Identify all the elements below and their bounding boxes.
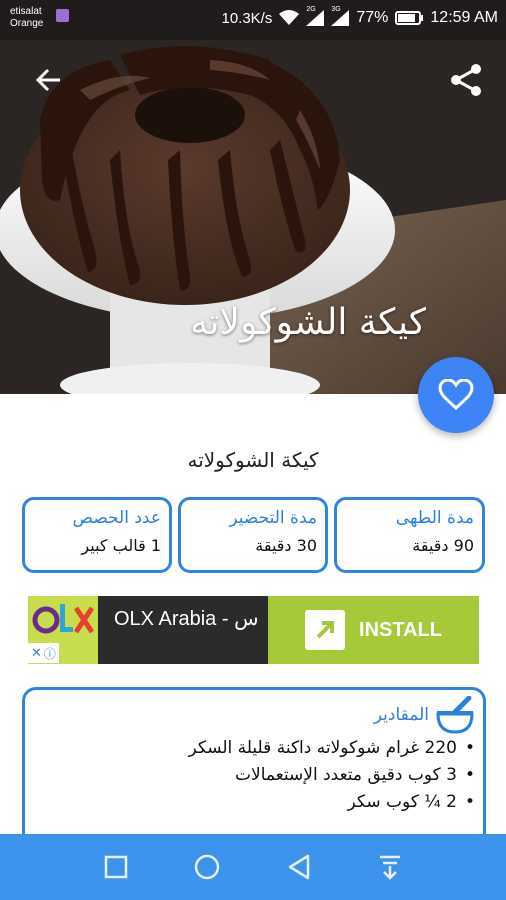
list-item: • 220 غرام شوكولاته داكنة قليلة السكر — [188, 738, 475, 758]
olx-logo-mark — [32, 604, 95, 634]
ingredients-label: المقادير — [373, 705, 429, 725]
circle-home-icon — [195, 854, 220, 880]
open-external-icon — [305, 610, 346, 650]
install-label: INSTALL — [359, 618, 442, 641]
recipe-hero-image: etisalat Orange 10.3K/s 2G 3G 77% 12:59 … — [0, 0, 506, 394]
info-card-value: 30 دقيقة — [255, 536, 317, 555]
wifi-icon — [279, 10, 300, 26]
list-item: • 3 كوب دقيق متعدد الإستعمالات — [235, 765, 475, 785]
heart-outline-icon — [438, 379, 474, 411]
battery-percent: 77% — [356, 9, 389, 26]
info-card-cook-time: مدة الطهى 90 دقيقة — [334, 497, 485, 573]
ad-text: OLX Arabia - س — [114, 608, 259, 630]
status-bar: etisalat Orange 10.3K/s 2G 3G 77% 12:59 … — [0, 0, 506, 38]
notification-pull-button[interactable] — [370, 847, 410, 887]
share-button[interactable] — [448, 60, 484, 100]
status-indicators: 10.3K/s 2G 3G 77% 12:59 AM — [221, 6, 498, 30]
info-card-prep-time: مدة التحضير 30 دقيقة — [178, 497, 328, 573]
hero-title: كيكة الشوكولاته — [190, 302, 426, 343]
battery-icon — [395, 11, 424, 25]
back-nav-button[interactable] — [279, 847, 319, 887]
info-card-value: 1 قالب كبير — [81, 536, 161, 555]
signal-2g-icon: 2G — [306, 6, 325, 26]
carrier-name: etisalat Orange — [10, 6, 43, 30]
signal-3g-icon: 3G — [331, 6, 350, 26]
install-button[interactable]: INSTALL — [268, 596, 479, 664]
favorite-button[interactable] — [418, 357, 494, 433]
recipe-title: كيكة الشوكولاته — [187, 448, 319, 472]
ad-close-icon[interactable]: ✕ — [31, 646, 42, 661]
info-card-label: مدة الطهى — [395, 508, 474, 528]
back-button[interactable] — [30, 62, 66, 98]
app-notification-icon — [56, 9, 69, 22]
ingredients-list: • 220 غرام شوكولاته داكنة قليلة السكر • 3 … — [188, 738, 475, 819]
signal-3g-tag: 3G — [331, 6, 341, 13]
info-card-label: مدة التحضير — [229, 508, 317, 528]
carrier-line-2: Orange — [10, 18, 44, 29]
clock: 12:59 AM — [430, 9, 498, 26]
mortar-pestle-icon — [436, 696, 474, 734]
info-card-servings: عدد الحصص 1 قالب كبير — [22, 497, 172, 573]
square-icon — [104, 855, 127, 879]
info-card-value: 90 دقيقة — [412, 536, 474, 555]
ad-banner[interactable]: OLX Arabia - س INSTALL ✕ ⓘ — [28, 596, 479, 664]
ingredient-text: 3 كوب دقيق متعدد الإستعمالات — [235, 765, 457, 785]
ingredients-header: المقادير — [374, 696, 475, 734]
triangle-back-icon — [288, 854, 309, 880]
carrier-line-1: etisalat — [10, 6, 42, 17]
network-speed: 10.3K/s — [221, 9, 273, 27]
arrow-back-icon — [35, 68, 60, 92]
signal-2g-tag: 2G — [306, 6, 316, 13]
share-icon — [451, 64, 481, 96]
app-screen: etisalat Orange 10.3K/s 2G 3G 77% 12:59 … — [0, 0, 506, 900]
recents-button[interactable] — [96, 847, 136, 887]
system-navigation-bar — [0, 834, 506, 900]
ingredient-text: 220 غرام شوكولاته داكنة قليلة السكر — [188, 738, 457, 758]
list-item: • 2 ¼ كوب سكر — [347, 792, 475, 812]
ad-choices[interactable]: ✕ ⓘ — [28, 643, 59, 663]
ad-info-icon[interactable]: ⓘ — [44, 645, 56, 662]
ingredient-text: 2 ¼ كوب سكر — [347, 792, 457, 812]
info-card-label: عدد الحصص — [72, 508, 162, 528]
notification-pull-icon — [380, 855, 401, 880]
home-button[interactable] — [187, 847, 227, 887]
